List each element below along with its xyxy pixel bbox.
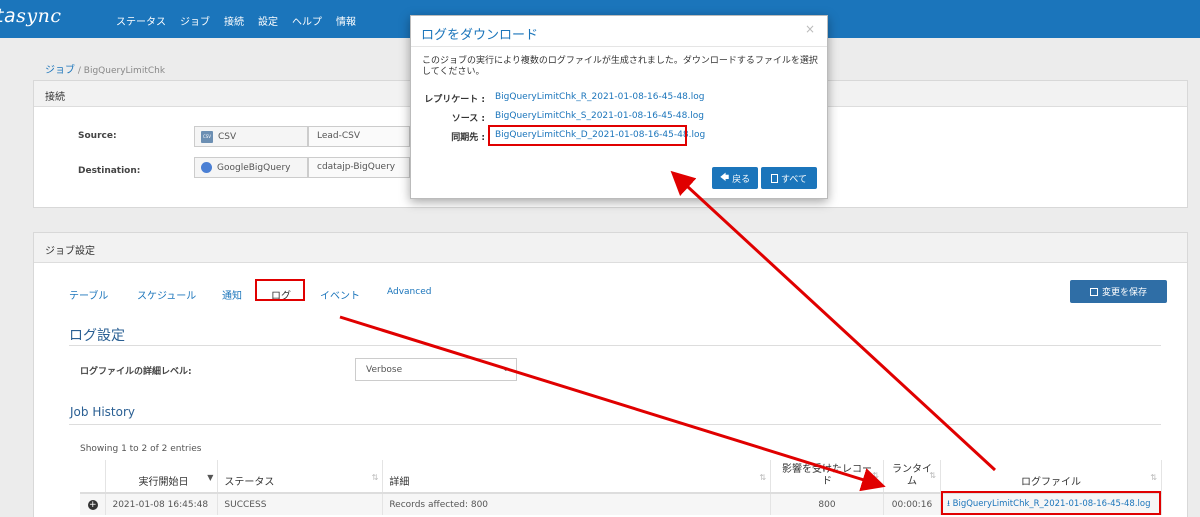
col-details[interactable]: 詳細 ⇅ bbox=[382, 460, 772, 494]
download-all-button[interactable]: すべて bbox=[761, 167, 817, 189]
bigquery-icon bbox=[201, 162, 212, 173]
log-key: 同期先 : bbox=[451, 133, 485, 143]
log-level-label: ログファイルの詳細レベル: bbox=[80, 367, 192, 377]
destination-label: Destination: bbox=[78, 166, 141, 176]
arrow-left-icon: 🡄 bbox=[719, 173, 730, 183]
breadcrumb-jobs-link[interactable]: ジョブ bbox=[45, 65, 75, 76]
plus-circle-icon: + bbox=[87, 499, 98, 510]
download-log-modal: ログをダウンロード × このジョブの実行により複数のログファイルが生成されました… bbox=[410, 15, 828, 199]
col-affected-records[interactable]: 影響を受けたレコード ⇅ bbox=[770, 460, 884, 494]
log-link-source[interactable]: BigQueryLimitChk_S_2021-01-08-16-45-48.l… bbox=[495, 111, 704, 121]
file-icon bbox=[770, 173, 778, 183]
cell-start: 2021-01-08 16:45:48 bbox=[105, 493, 219, 515]
nav-item-status[interactable]: ステータス bbox=[116, 13, 166, 28]
col-runtime[interactable]: ランタイム ⇅ bbox=[883, 460, 941, 494]
cell-details: Records affected: 800 bbox=[382, 493, 772, 515]
source-label: Source: bbox=[78, 131, 117, 141]
annotation-destination-log-box bbox=[488, 125, 687, 146]
log-key: ソース : bbox=[451, 114, 485, 124]
sort-icon: ⇅ bbox=[371, 473, 379, 482]
close-icon[interactable]: × bbox=[805, 22, 815, 36]
tab-schedule[interactable]: スケジュール bbox=[137, 287, 196, 302]
log-row-replicate: レプリケート : BigQueryLimitChk_R_2021-01-08-1… bbox=[411, 92, 827, 105]
log-settings-title: ログ設定 bbox=[69, 328, 125, 344]
tab-table[interactable]: テーブル bbox=[69, 287, 108, 302]
log-key: レプリケート : bbox=[424, 95, 485, 105]
annotation-logfile-box bbox=[941, 491, 1161, 515]
annotation-log-tab-box bbox=[255, 279, 305, 301]
log-link-replicate[interactable]: BigQueryLimitChk_R_2021-01-08-16-45-48.l… bbox=[495, 92, 705, 102]
divider bbox=[69, 424, 1161, 425]
nav-item-help[interactable]: ヘルプ bbox=[292, 13, 322, 28]
col-logfile[interactable]: ログファイル ⇅ bbox=[940, 460, 1163, 494]
breadcrumb: ジョブ / BigQueryLimitChk bbox=[45, 65, 166, 76]
nav-item-connections[interactable]: 接続 bbox=[224, 13, 244, 28]
divider bbox=[411, 46, 827, 47]
tab-advanced[interactable]: Advanced bbox=[387, 287, 431, 297]
back-button[interactable]: 🡄 戻る bbox=[712, 167, 758, 189]
col-expand bbox=[80, 460, 107, 494]
sort-icon: ⇅ bbox=[929, 471, 936, 480]
log-level-select[interactable]: Verbose ⌄ bbox=[355, 358, 517, 381]
cell-runtime: 00:00:16 bbox=[883, 493, 941, 515]
col-status[interactable]: ステータス ⇅ bbox=[217, 460, 384, 494]
modal-message: このジョブの実行により複数のログファイルが生成されました。ダウンロードするファイ… bbox=[422, 56, 818, 77]
breadcrumb-current: BigQueryLimitChk bbox=[83, 66, 166, 76]
expand-row-button[interactable]: + bbox=[80, 493, 107, 515]
divider bbox=[69, 345, 1161, 346]
modal-title: ログをダウンロード bbox=[421, 28, 539, 43]
nav-item-info[interactable]: 情報 bbox=[336, 13, 356, 28]
job-settings-title: ジョブ設定 bbox=[34, 233, 1187, 263]
sort-icon: ⇅ bbox=[872, 471, 879, 480]
cell-status: SUCCESS bbox=[217, 493, 384, 515]
chevron-down-icon: ⌄ bbox=[501, 363, 510, 374]
tab-notification[interactable]: 通知 bbox=[222, 287, 242, 302]
job-history-title: Job History bbox=[70, 405, 136, 419]
csv-icon: CSV bbox=[201, 130, 213, 143]
source-type-box: CSV CSV bbox=[194, 126, 308, 147]
log-row-source: ソース : BigQueryLimitChk_S_2021-01-08-16-4… bbox=[411, 111, 827, 124]
sort-desc-icon: ▼ bbox=[207, 473, 214, 482]
app-logo[interactable]: tasync bbox=[0, 5, 61, 27]
col-start-date[interactable]: 実行開始日 ▼ bbox=[105, 460, 219, 494]
cell-affected: 800 bbox=[770, 493, 884, 515]
nav-item-jobs[interactable]: ジョブ bbox=[180, 13, 210, 28]
source-connection[interactable]: Lead-CSV bbox=[308, 126, 410, 147]
save-changes-button[interactable]: 変更を保存 bbox=[1070, 280, 1167, 303]
destination-type-box: GoogleBigQuery bbox=[194, 157, 308, 178]
save-icon bbox=[1089, 287, 1098, 296]
tab-events[interactable]: イベント bbox=[320, 287, 360, 302]
entries-count: Showing 1 to 2 of 2 entries bbox=[80, 444, 202, 454]
sort-icon: ⇅ bbox=[1150, 473, 1157, 482]
nav-item-settings[interactable]: 設定 bbox=[258, 13, 278, 28]
main-nav: ステータス ジョブ 接続 設定 ヘルプ 情報 bbox=[116, 13, 356, 28]
sort-icon: ⇅ bbox=[759, 473, 767, 482]
destination-connection[interactable]: cdatajp-BigQuery bbox=[308, 157, 410, 178]
